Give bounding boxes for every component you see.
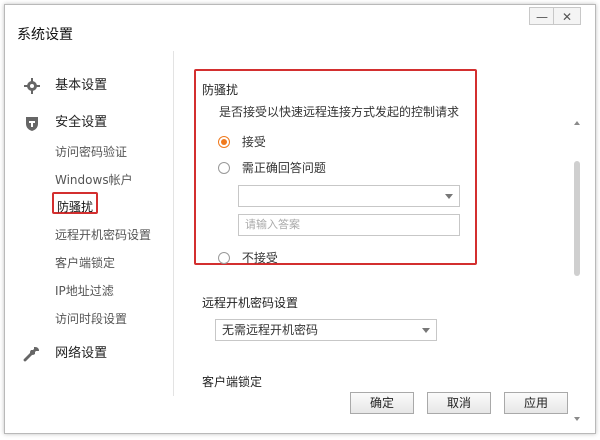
remote-boot-select[interactable]: 无需远程开机密码 <box>215 319 437 341</box>
sidebar-section-label: 基本设置 <box>55 78 108 93</box>
shield-icon <box>23 114 41 132</box>
gear-icon <box>23 77 41 95</box>
settings-window: 系统设置 — ✕ 基本设置 安全设置 访问密码验证 Windows帐户 防骚扰 … <box>4 4 596 434</box>
sidebar-section-network[interactable]: 网络设置 <box>23 342 107 363</box>
close-button[interactable]: ✕ <box>553 7 581 25</box>
question-select[interactable] <box>238 185 460 207</box>
settings-content: 防骚扰 是否接受以快速远程连接方式发起的控制请求 接受 需正确回答问题 请输入答… <box>174 51 582 421</box>
sidebar-item-access-password[interactable]: 访问密码验证 <box>55 143 127 160</box>
sidebar-item-anti-harass[interactable]: 防骚扰 <box>57 198 93 215</box>
vertical-scrollbar[interactable] <box>571 121 582 421</box>
scroll-down-arrow-icon[interactable] <box>574 417 580 421</box>
sidebar-item-remote-boot-password[interactable]: 远程开机密码设置 <box>55 226 151 243</box>
client-lock-title: 客户端锁定 <box>202 375 263 389</box>
sidebar-section-basic[interactable]: 基本设置 <box>23 74 107 95</box>
sidebar-section-security[interactable]: 安全设置 <box>23 111 107 132</box>
sidebar-item-windows-account[interactable]: Windows帐户 <box>55 171 133 188</box>
sidebar-section-label: 安全设置 <box>55 115 108 130</box>
answer-input[interactable]: 请输入答案 <box>238 214 460 236</box>
scrollbar-thumb[interactable] <box>574 161 580 276</box>
minimize-button[interactable]: — <box>529 7 555 25</box>
radio-label: 不接受 <box>241 251 278 265</box>
ok-button[interactable]: 确定 <box>350 392 414 414</box>
scroll-up-arrow-icon[interactable] <box>574 121 580 125</box>
anti-harass-title: 防骚扰 <box>202 83 239 97</box>
radio-button[interactable] <box>218 161 230 174</box>
window-title: 系统设置 <box>17 27 73 43</box>
sidebar-item-client-lock[interactable]: 客户端锁定 <box>55 254 115 271</box>
select-value: 无需远程开机密码 <box>222 323 319 337</box>
radio-answer-question[interactable]: 需正确回答问题 <box>218 159 326 175</box>
sidebar-item-access-time[interactable]: 访问时段设置 <box>55 310 127 327</box>
sidebar-section-label: 网络设置 <box>55 346 108 361</box>
radio-button[interactable] <box>218 135 230 148</box>
radio-button[interactable] <box>218 251 230 264</box>
radio-reject[interactable]: 不接受 <box>218 249 278 265</box>
radio-accept[interactable]: 接受 <box>218 133 266 149</box>
wrench-icon <box>23 345 41 363</box>
chevron-down-icon <box>422 328 430 333</box>
title-bar: 系统设置 — ✕ <box>5 5 595 51</box>
anti-harass-question: 是否接受以快速远程连接方式发起的控制请求 <box>219 105 460 119</box>
chevron-down-icon <box>445 194 453 199</box>
remote-boot-title: 远程开机密码设置 <box>202 296 299 310</box>
cancel-button[interactable]: 取消 <box>427 392 491 414</box>
apply-button[interactable]: 应用 <box>504 392 568 414</box>
radio-label: 接受 <box>241 135 266 149</box>
sidebar-item-ip-filter[interactable]: IP地址过滤 <box>55 282 114 299</box>
radio-label: 需正确回答问题 <box>241 161 326 175</box>
sidebar: 基本设置 安全设置 访问密码验证 Windows帐户 防骚扰 远程开机密码设置 … <box>5 51 174 396</box>
